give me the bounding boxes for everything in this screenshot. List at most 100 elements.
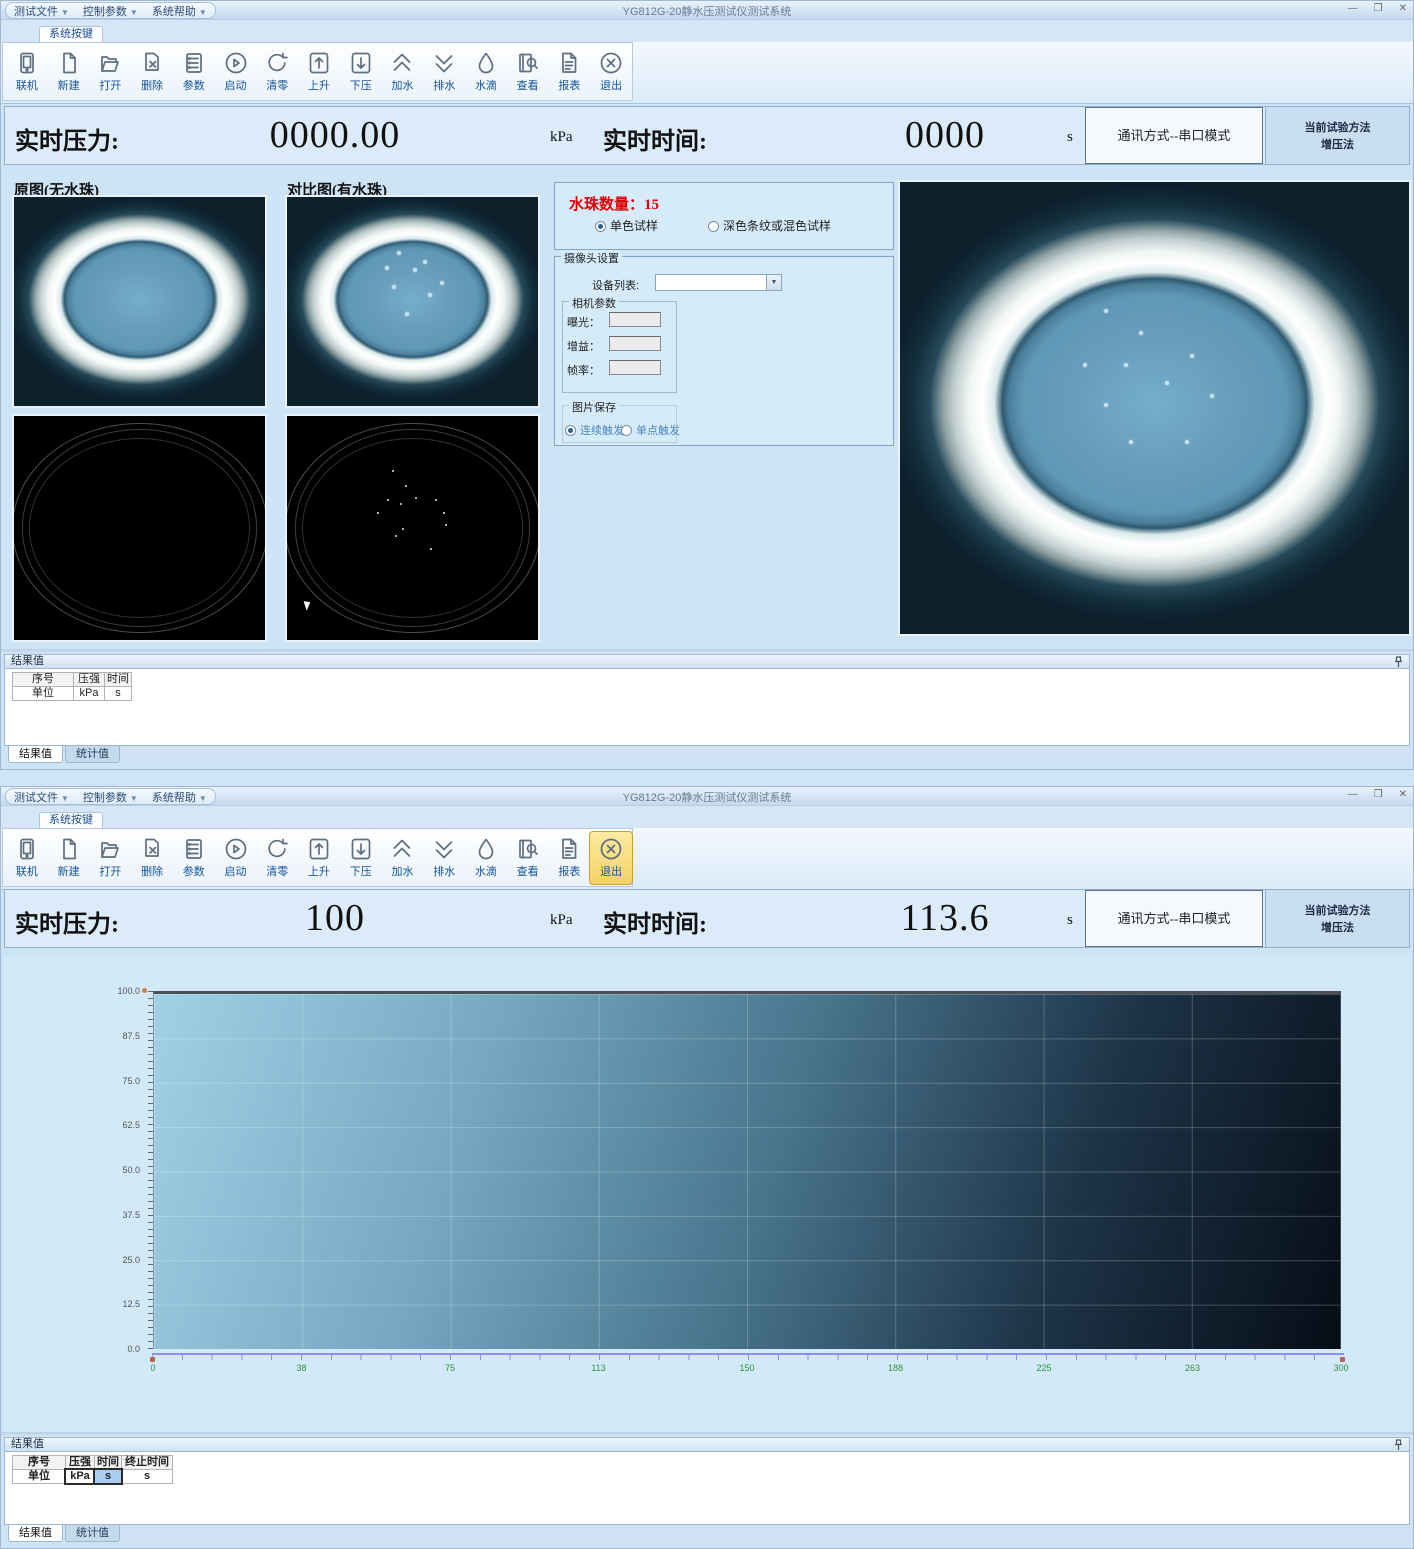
toolbar-button-label: 查看	[517, 77, 539, 93]
tab-system-keys[interactable]: 系统按键	[39, 26, 103, 42]
table-cell[interactable]: kPa	[73, 686, 105, 701]
press-button[interactable]: 下压	[340, 832, 382, 884]
drop-button[interactable]: 水滴	[465, 832, 507, 884]
radio-dark-stripe-sample[interactable]: 深色条纹或混色试样	[708, 217, 831, 234]
radio-continuous-trigger[interactable]: 连续触发	[565, 422, 624, 438]
tab-system-keys[interactable]: 系统按键	[39, 812, 103, 828]
report-icon	[556, 836, 582, 862]
table-cell[interactable]: kPa	[65, 1469, 95, 1484]
minimize-icon[interactable]: —	[1348, 3, 1358, 14]
table-cell[interactable]: 单位	[12, 1469, 66, 1484]
water-droplet	[1129, 440, 1133, 444]
exposure-input[interactable]	[609, 312, 661, 327]
exit-button[interactable]: 退出	[590, 46, 632, 98]
x-axis-labels: 03875113150188225263300	[153, 1363, 1341, 1375]
detected-droplet-dot	[415, 497, 417, 499]
tab-statistics[interactable]: 统计值	[65, 746, 120, 763]
toolbar-button-label: 联机	[16, 863, 38, 879]
x-tick-label: 150	[739, 1363, 754, 1373]
axis-cursor	[142, 988, 147, 993]
toolbar-button-label: 清零	[266, 863, 288, 879]
table-cell[interactable]: 单位	[12, 686, 74, 701]
tab-statistics[interactable]: 统计值	[65, 1525, 120, 1542]
test-method-button[interactable]: 当前试验方法 增压法	[1265, 107, 1409, 164]
time-value: 113.6	[785, 896, 1105, 940]
close-icon[interactable]: ✕	[1399, 789, 1407, 800]
maximize-icon[interactable]: ❐	[1374, 789, 1383, 800]
zero-button[interactable]: 清零	[256, 46, 298, 98]
tab-results[interactable]: 结果值	[8, 1525, 63, 1542]
drop-button[interactable]: 水滴	[465, 46, 507, 98]
arrow-down-icon	[348, 50, 374, 76]
minimize-icon[interactable]: —	[1348, 789, 1358, 800]
rise-button[interactable]: 上升	[298, 46, 340, 98]
report-button[interactable]: 报表	[549, 46, 591, 98]
image-save-label: 图片保存	[569, 399, 619, 415]
water-droplet	[392, 285, 396, 289]
view-button[interactable]: 查看	[507, 832, 549, 884]
water-droplet	[1190, 354, 1194, 358]
radio-single-trigger[interactable]: 单点触发	[621, 422, 680, 438]
start-button[interactable]: 启动	[215, 46, 257, 98]
gain-input[interactable]	[609, 336, 661, 351]
press-button[interactable]: 下压	[340, 46, 382, 98]
drain-button[interactable]: 排水	[423, 832, 465, 884]
pin-icon[interactable]	[1393, 656, 1404, 668]
detected-droplet-dot	[445, 524, 447, 526]
window-main: 测试文件▼控制参数▼系统帮助▼ YG812G-20静水压测试仪测试系统 — ❐ …	[0, 0, 1414, 770]
connect-button[interactable]: 联机	[6, 832, 48, 884]
new-button[interactable]: 新建	[48, 832, 90, 884]
comm-mode-button[interactable]: 通讯方式--串口模式	[1085, 107, 1263, 164]
title-bar: 测试文件▼控制参数▼系统帮助▼ YG812G-20静水压测试仪测试系统 — ❐ …	[1, 1, 1413, 20]
report-button[interactable]: 报表	[549, 832, 591, 884]
open-button[interactable]: 打开	[89, 832, 131, 884]
title-bar: 测试文件▼控制参数▼系统帮助▼ YG812G-20静水压测试仪测试系统 — ❐ …	[1, 787, 1413, 806]
tab-results[interactable]: 结果值	[8, 746, 63, 763]
device-list-value[interactable]	[655, 274, 767, 291]
start-button[interactable]: 启动	[215, 832, 257, 884]
toolbar-button-label: 退出	[600, 77, 622, 93]
original-specimen-image	[12, 195, 267, 408]
delete-button[interactable]: 删除	[131, 832, 173, 884]
y-tick-label: 0.0	[127, 1344, 140, 1354]
pin-icon[interactable]	[1393, 1439, 1404, 1451]
drain-button[interactable]: 排水	[423, 46, 465, 98]
toolbar-button-label: 参数	[183, 863, 205, 879]
open-folder-icon	[97, 836, 123, 862]
chevron-down-icon[interactable]: ▼	[767, 274, 782, 291]
water-droplet	[1185, 440, 1189, 444]
zero-button[interactable]: 清零	[256, 832, 298, 884]
window-title: YG812G-20静水压测试仪测试系统	[1, 3, 1413, 19]
open-button[interactable]: 打开	[89, 46, 131, 98]
close-icon[interactable]: ✕	[1399, 3, 1407, 14]
add-water-button[interactable]: 加水	[382, 46, 424, 98]
delete-icon	[139, 836, 165, 862]
view-button[interactable]: 查看	[507, 46, 549, 98]
framerate-input[interactable]	[609, 360, 661, 375]
comm-mode-button[interactable]: 通讯方式--串口模式	[1085, 890, 1263, 947]
params-button[interactable]: 参数	[173, 46, 215, 98]
add-water-button[interactable]: 加水	[382, 832, 424, 884]
reset-icon	[264, 50, 290, 76]
test-method-button[interactable]: 当前试验方法 增压法	[1265, 890, 1409, 947]
rise-button[interactable]: 上升	[298, 832, 340, 884]
start-icon	[223, 836, 249, 862]
x-tick-label: 38	[296, 1363, 306, 1373]
radio-monochrome-sample[interactable]: 单色试样	[595, 217, 658, 234]
results-table-area: 序号压强时间终止时间单位kPass	[4, 1452, 1410, 1525]
new-button[interactable]: 新建	[48, 46, 90, 98]
results-panel-header: 结果值	[4, 654, 1410, 669]
arrow-up-icon	[306, 50, 332, 76]
edge-image-compare	[285, 414, 540, 642]
exit-button[interactable]: 退出	[590, 832, 632, 884]
toolbar-button-label: 下压	[350, 863, 372, 879]
table-cell[interactable]: s	[94, 1469, 122, 1484]
table-cell[interactable]: s	[104, 686, 132, 701]
device-list-combobox[interactable]: ▼	[655, 274, 782, 291]
table-cell[interactable]: s	[121, 1469, 173, 1484]
delete-button[interactable]: 删除	[131, 46, 173, 98]
maximize-icon[interactable]: ❐	[1374, 3, 1383, 14]
params-button[interactable]: 参数	[173, 832, 215, 884]
results-panel-header: 结果值	[4, 1437, 1410, 1452]
connect-button[interactable]: 联机	[6, 46, 48, 98]
